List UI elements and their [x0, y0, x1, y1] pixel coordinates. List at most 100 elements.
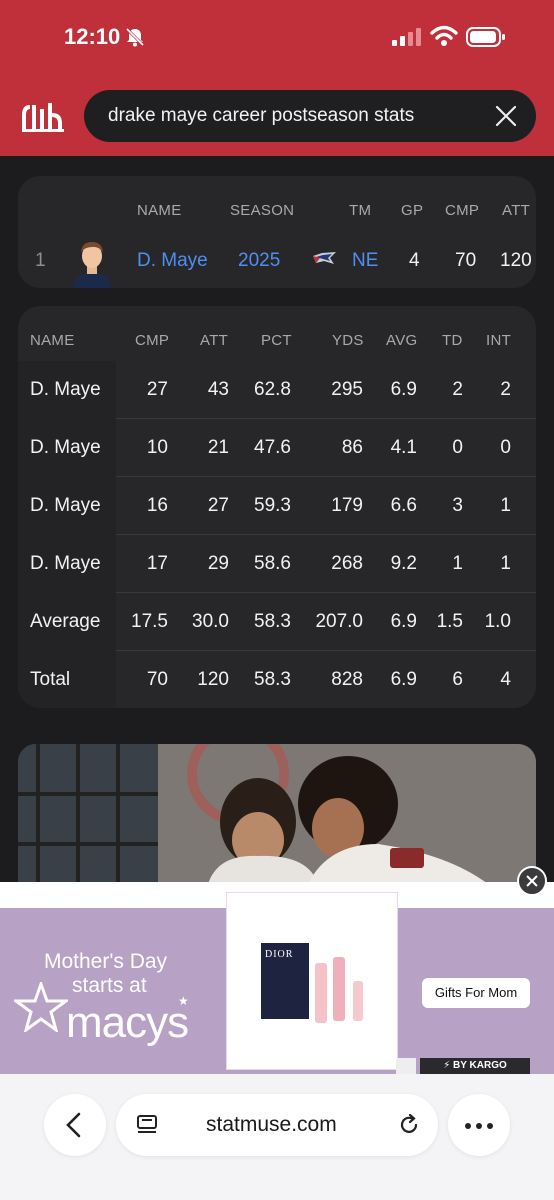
cell-att: 21 [207, 437, 229, 458]
chevron-left-icon [66, 1112, 81, 1138]
cell-pct: 58.3 [254, 611, 291, 632]
ad-brand-logo: macys [66, 998, 189, 1047]
summary-header-season: SEASON [230, 202, 295, 219]
cell-cmp: 17 [146, 553, 168, 574]
cell-yds: 268 [331, 553, 363, 574]
cell-cmp: 27 [146, 379, 168, 400]
cell-int: 1.0 [484, 611, 511, 632]
product-lip-oil [315, 963, 327, 1023]
cell-pct: 47.6 [254, 437, 291, 458]
ad-product-image: DIOR [226, 892, 398, 1070]
table-header-pct: PCT [261, 332, 292, 349]
product-mini [353, 981, 363, 1021]
games-table: NAME CMP ATT PCT YDS AVG TD INT D. Maye 2… [18, 306, 536, 708]
table-header-avg: AVG [386, 332, 418, 349]
cell-att: 43 [207, 379, 229, 400]
summary-cmp: 70 [455, 250, 477, 271]
wifi-icon [430, 25, 458, 46]
macys-star-icon [14, 982, 68, 1032]
cell-pct: 59.3 [254, 495, 291, 516]
player-name-link[interactable]: D. Maye [137, 250, 208, 272]
season-link[interactable]: 2025 [238, 250, 280, 272]
kargo-badge: ⚡ BY KARGO [420, 1058, 530, 1074]
table-row: Total 70 120 58.3 828 6.9 6 4 [18, 651, 536, 708]
cell-yds: 207.0 [315, 611, 363, 632]
cell-pct: 58.6 [254, 553, 291, 574]
cell-att: 120 [197, 669, 229, 690]
reload-icon[interactable] [398, 1114, 420, 1136]
statmuse-logo-icon[interactable] [22, 101, 64, 133]
cellular-signal-icon [392, 28, 421, 46]
table-header-td: TD [442, 332, 463, 349]
page-menu-icon[interactable] [136, 1114, 158, 1136]
product-lipstick [333, 957, 345, 1021]
cell-int: 1 [500, 553, 511, 574]
cell-cmp: 10 [146, 437, 168, 458]
cell-td: 6 [452, 669, 463, 690]
player-name-link[interactable]: D. Maye [30, 495, 101, 517]
season-summary-card: NAME SEASON TM GP CMP ATT 1 D. Maye 2025… [18, 176, 536, 288]
cell-avg: 6.6 [390, 495, 417, 516]
cell-att: 27 [207, 495, 229, 516]
cell-yds: 86 [341, 437, 363, 458]
table-row: Average 17.5 30.0 58.3 207.0 6.9 1.5 1.0 [18, 593, 536, 651]
cell-int: 1 [500, 495, 511, 516]
cell-yds: 179 [331, 495, 363, 516]
rank-number: 1 [35, 250, 46, 271]
browser-toolbar: statmuse.com [0, 1074, 554, 1200]
ellipsis-icon [465, 1123, 493, 1129]
status-time: 12:10 [64, 24, 121, 49]
cell-att: 30.0 [192, 611, 229, 632]
table-row: D. Maye 10 21 47.6 86 4.1 0 0 [18, 419, 536, 477]
table-header-yds: YDS [332, 332, 364, 349]
cell-cmp: 16 [146, 495, 168, 516]
video-image [18, 744, 536, 884]
cell-avg: 6.9 [390, 379, 417, 400]
patriots-logo-icon [313, 252, 336, 264]
bell-muted-icon [125, 27, 145, 47]
video-thumbnail[interactable] [18, 744, 536, 884]
player-name-link[interactable]: D. Maye [30, 379, 101, 401]
close-icon [526, 875, 538, 887]
cell-yds: 295 [331, 379, 363, 400]
cell-td: 0 [452, 437, 463, 458]
search-bar[interactable]: drake maye career postseason stats [84, 90, 536, 142]
table-row: D. Maye 16 27 59.3 179 6.6 3 1 [18, 477, 536, 535]
battery-icon [466, 27, 505, 47]
cell-td: 2 [452, 379, 463, 400]
app-header: 12:10 drake maye career postseason stats [0, 0, 554, 156]
ad-close-button[interactable] [517, 866, 547, 896]
player-name-link[interactable]: D. Maye [30, 553, 101, 575]
team-link[interactable]: NE [352, 250, 378, 272]
advertisement-banner[interactable]: Mother's Day starts at macys ★ DIOR Gift… [0, 882, 554, 1074]
adchoices-icon[interactable] [396, 1058, 416, 1074]
cell-pct: 62.8 [254, 379, 291, 400]
product-brand-label: DIOR [265, 949, 294, 960]
search-input[interactable]: drake maye career postseason stats [108, 105, 414, 127]
table-header-name: NAME [30, 332, 75, 349]
close-icon[interactable] [494, 104, 518, 128]
ad-cta-button[interactable]: Gifts For Mom [422, 978, 530, 1008]
url-text[interactable]: statmuse.com [206, 1113, 337, 1137]
cell-td: 1.5 [436, 611, 463, 632]
back-button[interactable] [44, 1094, 106, 1156]
cell-pct: 58.3 [254, 669, 291, 690]
summary-header-tm: TM [349, 202, 372, 219]
table-header-att: ATT [200, 332, 229, 349]
summary-header-gp: GP [401, 202, 424, 219]
table-header-cmp: CMP [135, 332, 170, 349]
ad-headline-line1: Mother's Day [44, 950, 168, 973]
table-row: D. Maye 17 29 58.6 268 9.2 1 1 [18, 535, 536, 593]
summary-header-name: NAME [137, 202, 182, 219]
macys-small-star-icon: ★ [178, 994, 189, 1008]
cell-yds: 828 [331, 669, 363, 690]
cell-att: 29 [207, 553, 229, 574]
summary-header-cmp: CMP [445, 202, 480, 219]
player-name-link[interactable]: D. Maye [30, 437, 101, 459]
player-avatar [72, 242, 112, 288]
more-button[interactable] [448, 1094, 510, 1156]
cell-avg: 6.9 [390, 611, 417, 632]
cell-avg: 9.2 [390, 553, 417, 574]
table-row: D. Maye 27 43 62.8 295 6.9 2 2 [18, 361, 536, 419]
cell-cmp: 17.5 [131, 611, 168, 632]
